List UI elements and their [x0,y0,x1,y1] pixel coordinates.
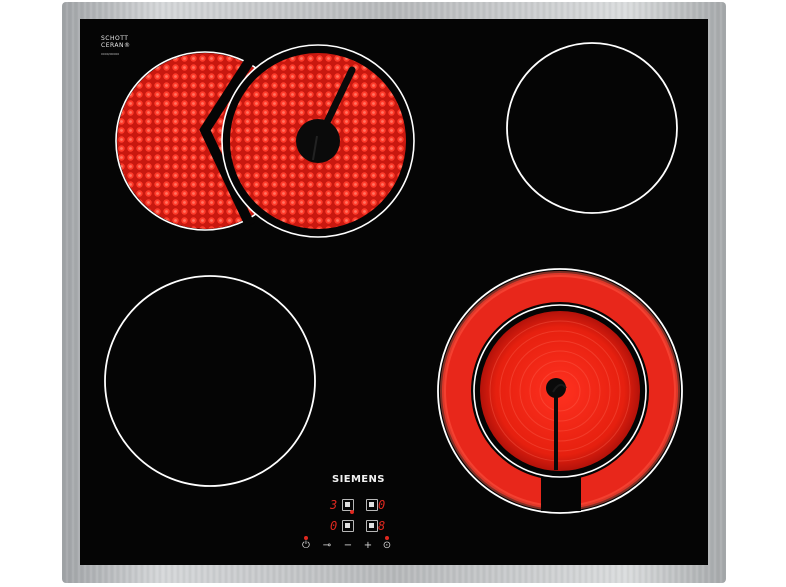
display-rear-left: 3 [330,498,338,512]
power-button[interactable]: ⏻ [298,541,314,551]
zone-indicator-front-left [342,520,354,532]
schott-ceran-logo: SCHOTT CERAN® [101,35,131,49]
zone-indicator-front-right [366,520,378,532]
display-rear-right: 0 [378,498,386,512]
logo-code: 0000/00000 [101,52,120,56]
zone-indicator-rear-right [366,499,378,511]
logo-line-1: SCHOTT [101,35,129,42]
display-front-left: 0 [330,519,338,533]
rear-left-zone[interactable] [115,44,415,238]
display-front-right: 8 [378,519,386,533]
minus-button[interactable]: − [340,541,356,551]
logo-line-2: CERAN® [101,42,131,49]
brand-logo: SIEMENS [332,474,385,485]
child-lock-button[interactable]: ⊸ [318,541,336,551]
extend-zone-button[interactable]: ⊙ [378,541,396,551]
active-dot-rear-left [350,510,354,514]
plus-button[interactable]: + [360,541,376,551]
cooktop [62,2,726,583]
